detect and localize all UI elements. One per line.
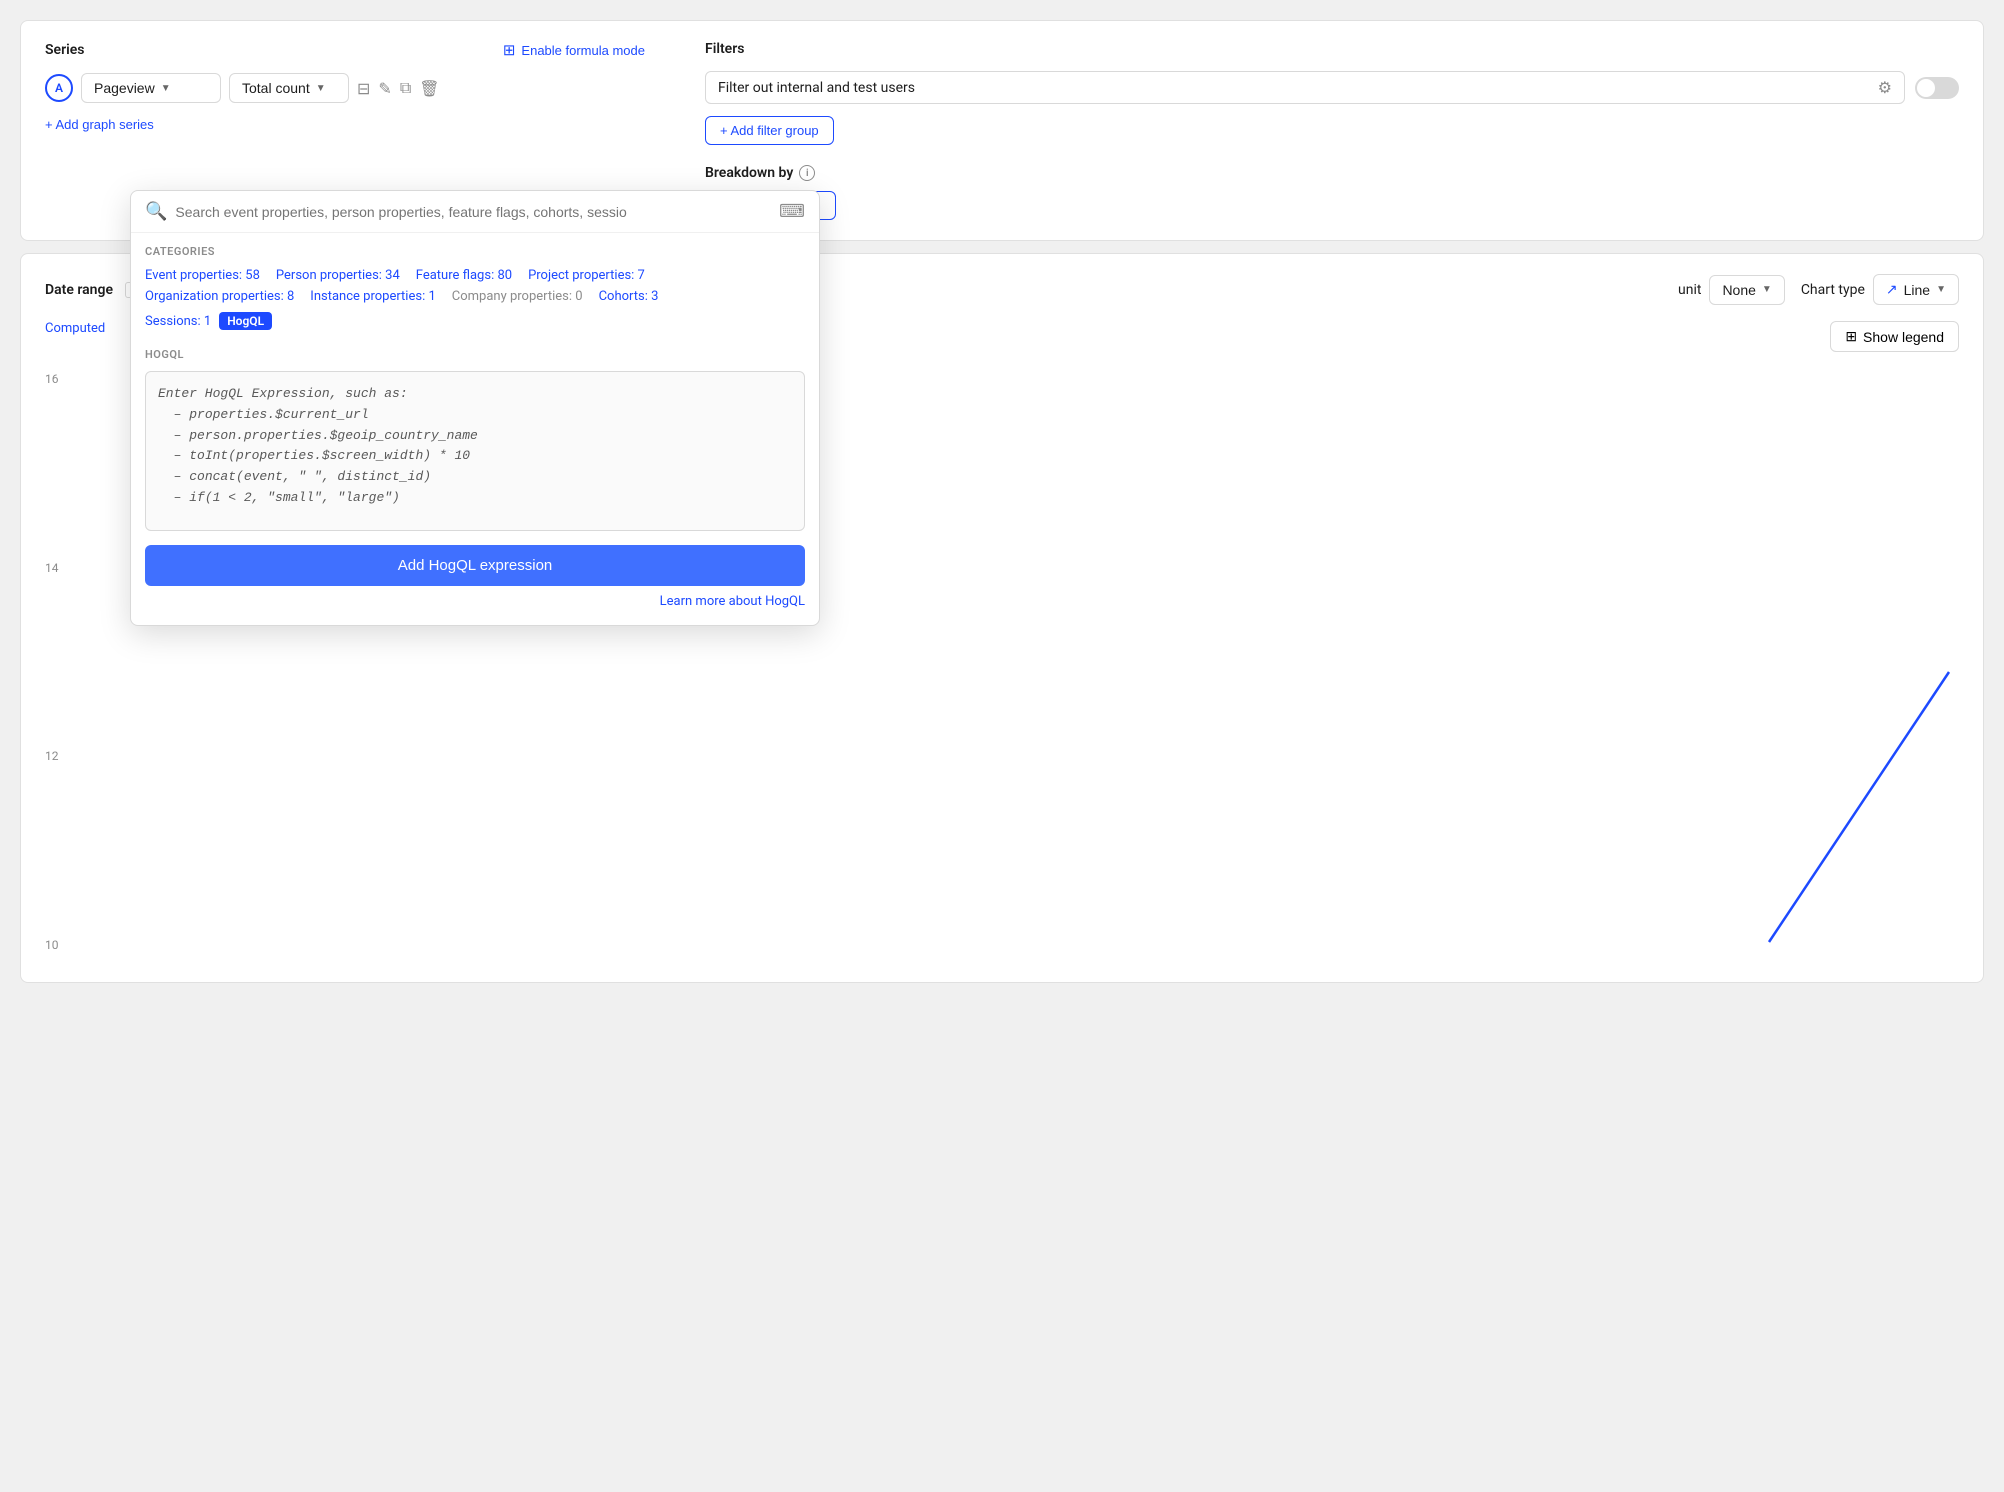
category-person-properties[interactable]: Person properties: 34 [276,268,400,283]
category-project-properties[interactable]: Project properties: 7 [528,268,645,283]
copy-series-icon[interactable]: ⧉ [400,78,411,98]
category-sessions[interactable]: Sessions: 1 [145,314,211,329]
add-filter-label: + Add filter group [720,123,819,138]
category-cohorts[interactable]: Cohorts: 3 [599,289,659,304]
chevron-down-icon: ▼ [161,83,171,94]
enable-formula-button[interactable]: ⊞ Enable formula mode [503,41,645,59]
categories-grid: Event properties: 58 Person properties: … [145,268,805,304]
unit-dropdown[interactable]: None ▼ [1709,275,1784,305]
event-name-dropdown[interactable]: Pageview ▼ [81,73,221,103]
chart-type-control: Chart type ↗ Line ▼ [1801,274,1959,305]
event-name-label: Pageview [94,80,155,96]
categories-section: CATEGORIES Event properties: 58 Person p… [131,233,819,338]
y-axis-value: 10 [45,938,59,952]
y-axis-value: 12 [45,749,59,763]
y-axis-labels: 16 14 12 10 [45,362,67,962]
metric-dropdown[interactable]: Total count ▼ [229,73,349,103]
hogql-textarea[interactable] [145,371,805,531]
add-series-button[interactable]: + Add graph series [45,117,154,132]
add-hogql-label: Add HogQL expression [398,557,553,574]
search-icon: 🔍 [145,201,167,222]
filter-text: Filter out internal and test users [718,80,915,96]
filter-input-container: Filter out internal and test users ⚙ [705,71,1905,104]
filter-series-icon[interactable]: ⊟ [357,79,370,98]
series-section: Series ⊞ Enable formula mode A Pageview … [45,41,645,132]
category-organization-properties[interactable]: Organization properties: 8 [145,289,294,304]
show-legend-button[interactable]: ⊞ Show legend [1830,321,1959,352]
series-letter-badge: A [45,74,73,102]
chevron-down-icon: ▼ [1936,284,1946,295]
search-dropdown: 🔍 ⌨ CATEGORIES Event properties: 58 Pers… [130,190,820,626]
filter-row: Filter out internal and test users ⚙ [705,71,1959,104]
add-series-label: + Add graph series [45,117,154,132]
category-company-properties[interactable]: Company properties: 0 [452,289,583,304]
breakdown-section: Breakdown by i + Add breakdown [705,165,1959,220]
unit-label: unit [1678,282,1701,298]
learn-more-label: Learn more about HogQL [660,594,805,609]
filters-header: Filters [705,41,1959,57]
line-chart-icon: ↗ [1886,281,1898,298]
unit-value: None [1722,282,1755,298]
category-feature-flags[interactable]: Feature flags: 80 [416,268,512,283]
main-container: Series ⊞ Enable formula mode A Pageview … [0,0,2004,1492]
search-input[interactable] [175,204,771,220]
chart-line-svg [1759,662,1959,962]
y-axis-value: 14 [45,561,59,575]
gear-icon[interactable]: ⚙ [1878,78,1892,97]
categories-label: CATEGORIES [145,245,805,258]
computed-label[interactable]: Computed [45,321,105,336]
chart-type-dropdown[interactable]: ↗ Line ▼ [1873,274,1959,305]
chart-type-value: Line [1904,282,1930,298]
y-axis-value: 16 [45,372,59,386]
breakdown-info-icon[interactable]: i [799,165,815,181]
chevron-down-icon: ▼ [1762,284,1772,295]
hogql-badge[interactable]: HogQL [219,312,272,330]
chevron-down-icon: ▼ [316,83,326,94]
chart-type-label: Chart type [1801,282,1865,298]
category-instance-properties[interactable]: Instance properties: 1 [310,289,435,304]
legend-icon: ⊞ [1845,328,1857,345]
series-title: Series [45,42,84,58]
filter-toggle[interactable] [1915,77,1959,99]
keyboard-icon[interactable]: ⌨ [779,201,805,222]
learn-more-hogql-link[interactable]: Learn more about HogQL [145,586,805,613]
search-input-row: 🔍 ⌨ [131,191,819,233]
formula-icon: ⊞ [503,41,516,59]
series-header: Series ⊞ Enable formula mode [45,41,645,59]
add-hogql-button[interactable]: Add HogQL expression [145,545,805,586]
series-row: A Pageview ▼ Total count ▼ ⊟ ✎ ⧉ 🗑 [45,73,645,103]
date-range-label: Date range [45,282,113,298]
edit-series-icon[interactable]: ✎ [378,79,391,98]
filters-section: Filters Filter out internal and test use… [705,41,1959,220]
series-icons: ⊟ ✎ ⧉ 🗑 [357,78,440,98]
unit-control: unit None ▼ [1678,275,1785,305]
show-legend-label: Show legend [1863,329,1944,345]
enable-formula-label: Enable formula mode [521,43,645,58]
hogql-section: HOGQL Add HogQL expression Learn more ab… [131,338,819,625]
hogql-section-label: HOGQL [145,348,805,361]
category-event-properties[interactable]: Event properties: 58 [145,268,260,283]
filters-title: Filters [705,41,744,57]
add-filter-group-button[interactable]: + Add filter group [705,116,834,145]
metric-label: Total count [242,80,310,96]
chart-controls: unit None ▼ Chart type ↗ Line ▼ [1678,274,1959,305]
delete-series-icon[interactable]: 🗑 [419,79,439,98]
breakdown-title: Breakdown by i [705,165,1959,181]
